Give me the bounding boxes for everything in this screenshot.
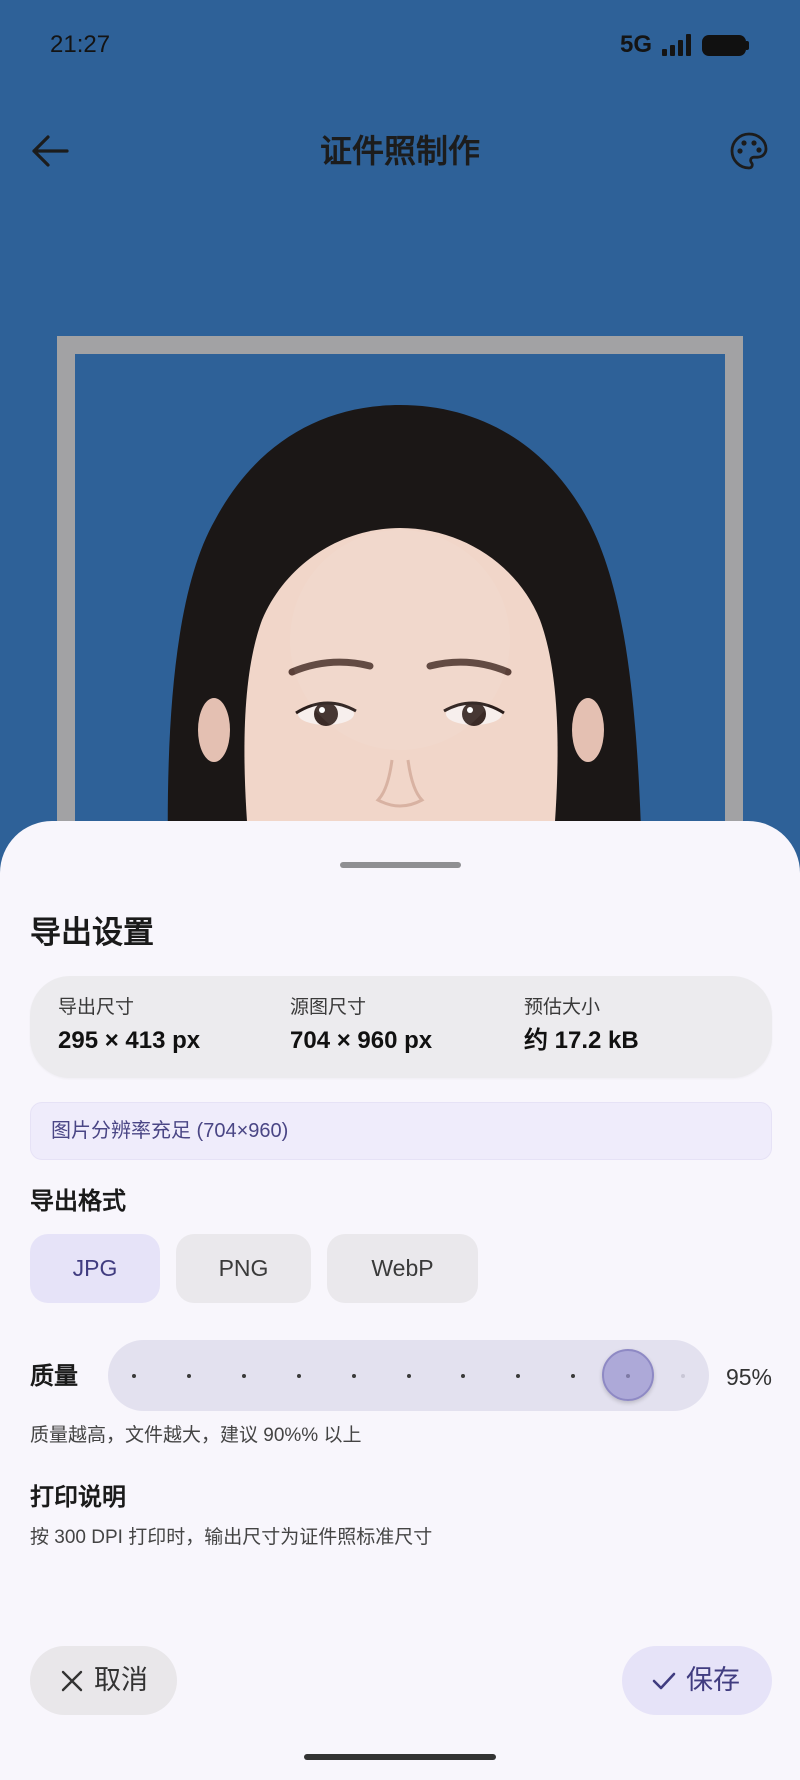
stat-label: 源图尺寸 <box>290 997 367 1018</box>
close-icon <box>61 1670 83 1692</box>
slider-tick <box>186 1374 191 1378</box>
resolution-notice: 图片分辨率充足 (704×960) <box>30 1102 772 1160</box>
home-indicator[interactable] <box>304 1754 496 1760</box>
drag-handle[interactable] <box>340 862 461 868</box>
slider-tick <box>351 1374 356 1378</box>
quality-hint: 质量越高，文件越大，建议 90%% 以上 <box>30 1425 362 1446</box>
network-type: 5G <box>620 31 653 58</box>
save-label: 保存 <box>686 1665 740 1695</box>
check-icon <box>652 1672 676 1690</box>
back-button[interactable] <box>30 131 70 171</box>
quality-value: 95% <box>725 1364 772 1390</box>
cancel-label: 取消 <box>94 1665 148 1695</box>
face-highlight <box>290 530 510 750</box>
export-stats-card: 导出尺寸 295 × 413 px 源图尺寸 704 × 960 px 预估大小… <box>30 976 772 1078</box>
resolution-notice-text: 图片分辨率充足 (704×960) <box>51 1120 289 1142</box>
arrow-back-icon <box>32 135 69 167</box>
slider-tick <box>681 1374 685 1378</box>
format-chip-jpg[interactable]: JPG <box>30 1234 160 1303</box>
page-title: 证件照制作 <box>319 133 480 169</box>
slider-tick <box>296 1374 301 1378</box>
slider-tick <box>406 1374 411 1378</box>
right-ear <box>572 698 604 762</box>
signal-bars-icon <box>662 34 692 56</box>
left-ear <box>198 698 230 762</box>
slider-tick <box>241 1374 246 1378</box>
palette-icon <box>730 132 768 170</box>
stat-value: 704 × 960 px <box>290 1027 433 1054</box>
slider-tick <box>516 1374 521 1378</box>
export-settings-sheet: 导出设置 导出尺寸 295 × 413 px 源图尺寸 704 × 960 px… <box>0 821 800 1780</box>
print-info-heading: 打印说明 <box>30 1484 126 1511</box>
battery-nub <box>746 41 749 50</box>
palette-button[interactable] <box>729 131 769 171</box>
status-time: 21:27 <box>50 31 111 58</box>
cancel-button[interactable]: 取消 <box>30 1646 177 1715</box>
format-heading: 导出格式 <box>30 1188 126 1215</box>
stat-label: 预估大小 <box>524 997 601 1018</box>
battery-icon <box>702 35 746 56</box>
sheet-title: 导出设置 <box>30 915 154 950</box>
slider-tick <box>571 1374 576 1378</box>
slider-tick <box>132 1374 136 1378</box>
quality-slider-thumb[interactable] <box>602 1349 655 1401</box>
stat-value: 295 × 413 px <box>58 1027 201 1054</box>
slider-tick <box>461 1374 466 1378</box>
quality-slider[interactable] <box>108 1340 709 1411</box>
stat-value: 约 17.2 kB <box>524 1027 639 1054</box>
format-chip-png[interactable]: PNG <box>176 1234 311 1303</box>
print-info-text: 按 300 DPI 打印时，输出尺寸为证件照标准尺寸 <box>30 1527 433 1548</box>
save-button[interactable]: 保存 <box>622 1646 772 1715</box>
format-chip-webp[interactable]: WebP <box>327 1234 478 1303</box>
quality-label: 质量 <box>30 1363 78 1390</box>
stat-label: 导出尺寸 <box>58 997 135 1018</box>
status-bar: 21:27 5G <box>0 0 800 90</box>
